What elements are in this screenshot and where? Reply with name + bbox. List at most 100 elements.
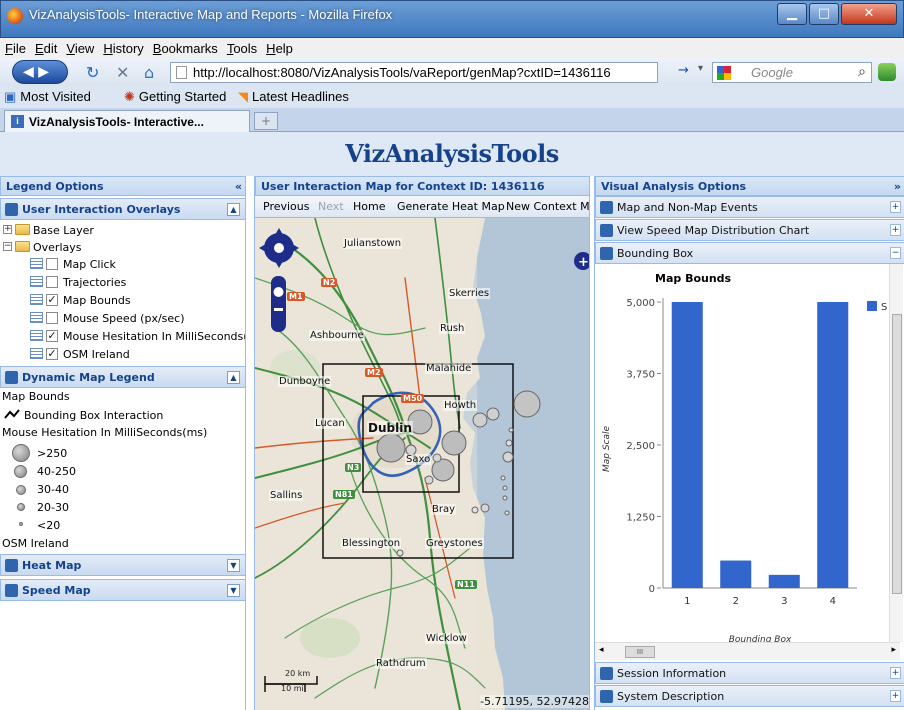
dynamic-map-legend-header[interactable]: Dynamic Map Legend ▲ <box>0 366 245 388</box>
visual-analysis-options-panel: Visual Analysis Options » Map and Non-Ma… <box>594 176 904 710</box>
expand-icon[interactable]: + <box>3 225 12 234</box>
next-button[interactable]: Next <box>318 200 344 213</box>
user-interaction-overlays-header[interactable]: User Interaction Overlays ▲ <box>0 198 245 220</box>
collapse-right-icon[interactable]: » <box>894 180 901 193</box>
new-context-map-button[interactable]: New Context Map <box>506 200 589 213</box>
tab-label: VizAnalysisTools- Interactive... <box>29 115 204 129</box>
system-icon <box>600 690 613 703</box>
search-placeholder: Google <box>751 65 793 80</box>
collapse-toggle-icon[interactable]: ▲ <box>227 203 240 216</box>
collapse-toggle-icon[interactable]: − <box>890 247 901 259</box>
bounding-box-accordion[interactable]: Bounding Box − <box>595 242 904 264</box>
menu-history[interactable]: History <box>98 38 147 56</box>
scale-mi-label: 10 mi <box>281 684 304 693</box>
navigation-toolbar: ◀ ▶ ↻ ✕ ⌂ http://localhost:8080/VizAnaly… <box>0 58 904 86</box>
menu-bookmarks[interactable]: Bookmarks <box>148 38 222 56</box>
home-button[interactable]: Home <box>353 200 385 213</box>
collapse-toggle-icon[interactable]: ▲ <box>227 371 240 384</box>
speed-map-header[interactable]: Speed Map ▼ <box>0 579 245 601</box>
bookmark-latest-headlines[interactable]: ◥ Latest Headlines <box>238 89 349 105</box>
legend-label: S <box>881 302 887 313</box>
overlay-label: Map Bounds <box>63 294 131 307</box>
expand-toggle-icon[interactable]: + <box>890 690 901 702</box>
visual-analysis-title: Visual Analysis Options <box>601 180 747 193</box>
road-shield-label: N2 <box>321 278 338 287</box>
maximize-button[interactable]: □ <box>809 3 839 25</box>
road-shield-label: M50 <box>401 394 425 403</box>
map-place-label: Ashbourne <box>309 330 365 341</box>
overlay-checkbox[interactable] <box>46 312 58 324</box>
map-canvas[interactable]: + 20 km 10 mi -5.71195, 52.97428 Julians… <box>255 218 589 710</box>
collapse-left-icon[interactable]: « <box>235 180 242 193</box>
overlay-label: Trajectories <box>63 276 127 289</box>
menu-help[interactable]: Help <box>261 38 297 56</box>
menu-view[interactable]: View <box>61 38 98 56</box>
y-axis-label: Map Scale <box>602 426 612 473</box>
bookmark-getting-started[interactable]: ✺ Getting Started <box>124 89 226 105</box>
go-arrow-icon[interactable]: → <box>678 63 689 78</box>
zoom-control-icon[interactable] <box>271 276 286 332</box>
expand-toggle-icon[interactable]: + <box>890 224 901 236</box>
heat-map-header[interactable]: Heat Map ▼ <box>0 554 245 576</box>
overlay-label: Mouse Speed (px/sec) <box>63 312 185 325</box>
map-place-label: Skerries <box>448 288 491 299</box>
app-title: VizAnalysisTools <box>345 139 559 168</box>
scroll-thumb[interactable] <box>892 314 902 594</box>
chart-horizontal-scrollbar[interactable]: ◂ III ▸ <box>595 642 900 660</box>
chart-vertical-scrollbar[interactable] <box>889 264 903 642</box>
accordion-label: Session Information <box>617 667 727 680</box>
bar <box>720 560 752 588</box>
url-input[interactable]: http://localhost:8080/VizAnalysisTools/v… <box>170 62 658 83</box>
x-tick-label: 4 <box>830 596 836 607</box>
layer-icon <box>30 330 43 341</box>
map-place-label: Rathdrum <box>375 658 427 669</box>
menu-tools[interactable]: Tools <box>222 38 261 56</box>
expand-toggle-icon[interactable]: ▼ <box>227 584 240 597</box>
bookmark-most-visited[interactable]: ▣ Most Visited <box>4 89 91 105</box>
scroll-thumb[interactable]: III <box>625 646 655 658</box>
search-input[interactable]: Google ⌕ <box>712 62 872 83</box>
back-forward-button[interactable]: ◀ ▶ <box>12 60 68 84</box>
overlay-checkbox[interactable] <box>46 258 58 270</box>
expand-toggle-icon[interactable]: ▼ <box>227 559 240 572</box>
menu-file[interactable]: File <box>0 38 30 56</box>
chevron-down-icon[interactable]: ▾ <box>698 63 703 74</box>
session-information-accordion[interactable]: Session Information + <box>595 662 904 684</box>
menu-edit[interactable]: Edit <box>30 38 61 56</box>
generate-heat-map-button[interactable]: Generate Heat Map <box>397 200 505 213</box>
road-shield-label: N81 <box>333 490 355 499</box>
close-button[interactable]: ✕ <box>841 3 897 25</box>
overlay-checkbox[interactable] <box>46 276 58 288</box>
legend-options-title: Legend Options <box>6 180 104 193</box>
scroll-right-icon[interactable]: ▸ <box>891 645 896 655</box>
system-description-accordion[interactable]: System Description + <box>595 685 904 707</box>
speed-distribution-accordion[interactable]: View Speed Map Distribution Chart + <box>595 219 904 241</box>
map-place-label: Dublin <box>367 421 413 435</box>
overlay-checkbox[interactable]: ✓ <box>46 330 58 342</box>
chart-icon <box>600 224 613 237</box>
expand-toggle-icon[interactable]: + <box>890 667 901 679</box>
y-tick-label: 1,250 <box>626 513 655 524</box>
heat-map-title: Heat Map <box>22 559 82 572</box>
new-tab-button[interactable]: + <box>254 112 278 130</box>
y-tick-label: 3,750 <box>626 370 655 381</box>
overlay-checkbox[interactable]: ✓ <box>46 294 58 306</box>
bar <box>817 302 849 588</box>
overlay-checkbox[interactable]: ✓ <box>46 348 58 360</box>
reload-icon[interactable]: ↻ <box>86 63 99 82</box>
collapse-icon[interactable]: − <box>3 242 12 251</box>
addon-icon[interactable] <box>878 63 896 81</box>
minimize-button[interactable]: ▁ <box>777 3 807 25</box>
map-events-accordion[interactable]: Map and Non-Map Events + <box>595 196 904 218</box>
legend-swatch <box>867 301 877 311</box>
scroll-left-icon[interactable]: ◂ <box>599 645 604 655</box>
road-shield-label: N3 <box>345 463 362 472</box>
expand-toggle-icon[interactable]: + <box>890 201 901 213</box>
stop-icon[interactable]: ✕ <box>116 63 129 82</box>
home-icon[interactable]: ⌂ <box>144 63 154 82</box>
tab-vizanalysistools[interactable]: i VizAnalysisTools- Interactive... <box>4 110 250 132</box>
app-header: VizAnalysisTools <box>0 132 904 176</box>
search-icon[interactable]: ⌕ <box>858 63 866 80</box>
map-place-label: Wicklow <box>425 633 468 644</box>
previous-button[interactable]: Previous <box>263 200 310 213</box>
